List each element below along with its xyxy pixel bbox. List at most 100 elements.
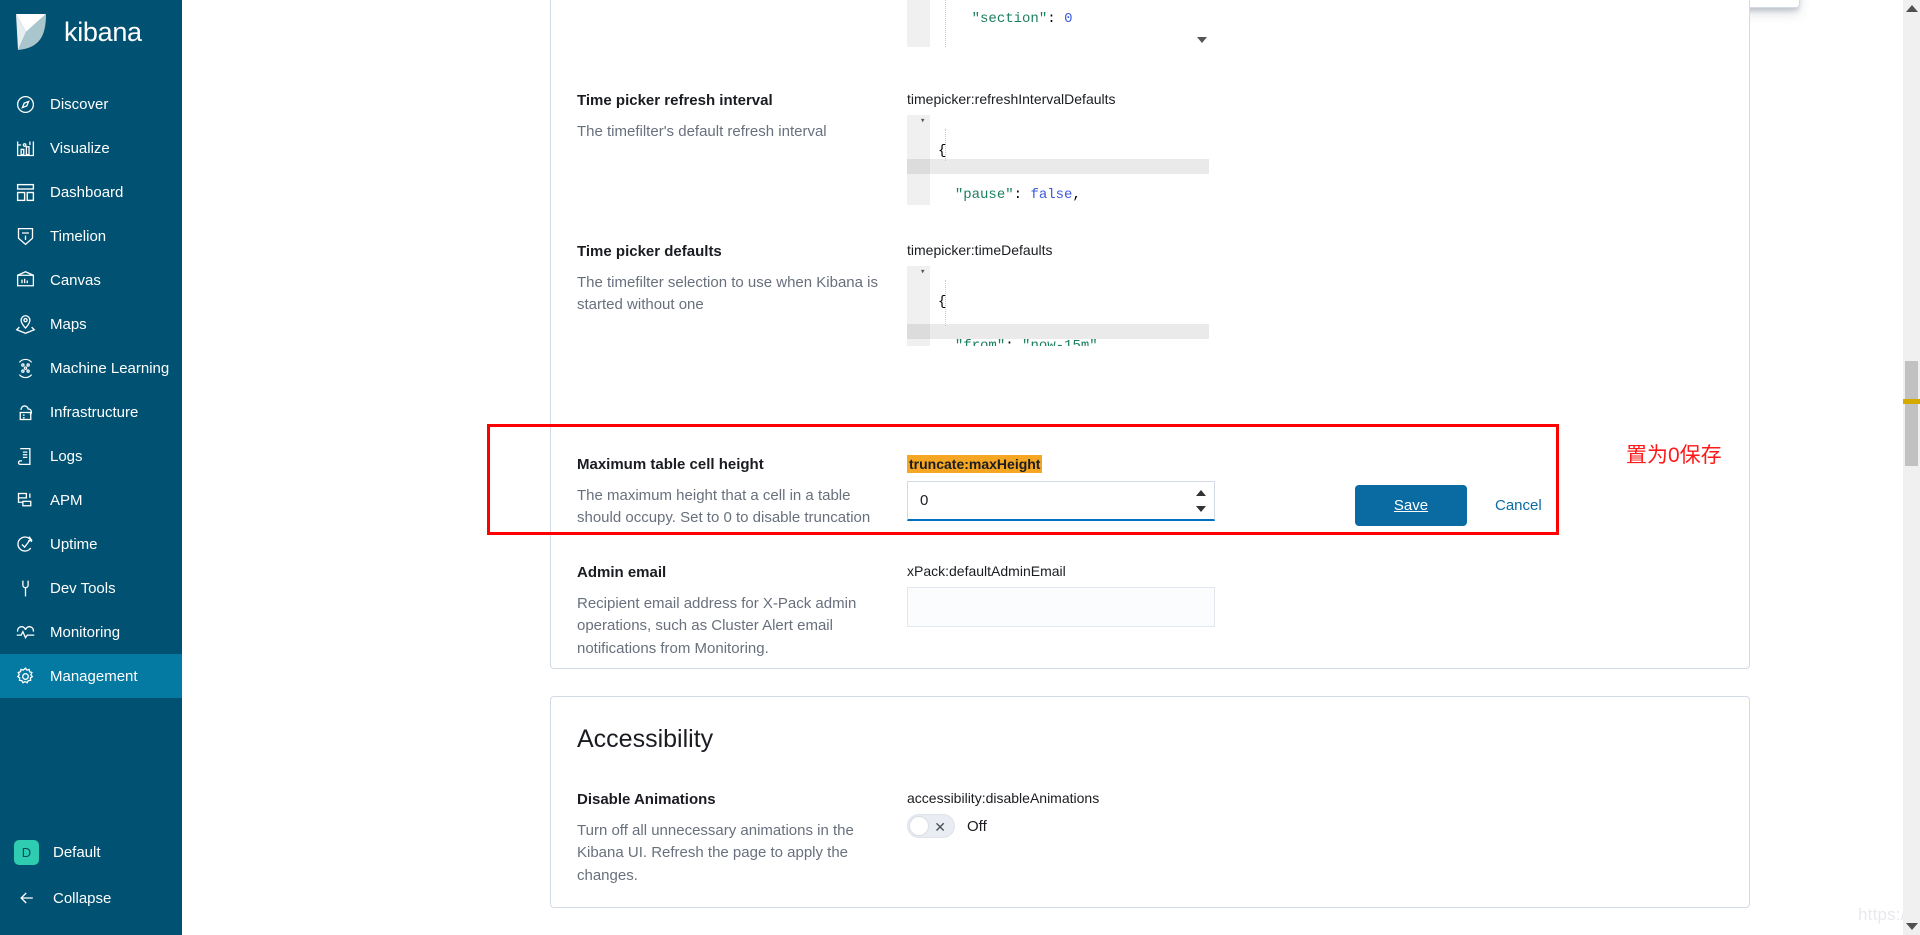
infrastructure-icon	[14, 401, 36, 423]
setting-description: Recipient email address for X-Pack admin…	[577, 594, 857, 657]
code-line: "from": "now-15m",	[954, 337, 1107, 346]
editor-scrollbar[interactable]	[1195, 0, 1209, 47]
sidebar-item-maps[interactable]: Maps	[0, 302, 182, 346]
setting-description: The timefilter selection to use when Kib…	[577, 273, 878, 314]
maps-icon	[14, 313, 36, 335]
fold-arrow-icon[interactable]: ▾	[920, 117, 929, 126]
sidebar-item-monitoring[interactable]: Monitoring	[0, 610, 182, 654]
code-line: {	[938, 143, 947, 160]
accessibility-panel: Accessibility Disable Animations Turn of…	[550, 696, 1750, 908]
code-line: "section": 0	[971, 10, 1073, 27]
avatar: D	[14, 839, 39, 865]
editor-gutter-active-line	[907, 158, 930, 174]
stepper-up-icon[interactable]	[1196, 490, 1206, 496]
save-button-label: Save	[1393, 496, 1429, 514]
page-scrollbar[interactable]	[1903, 0, 1920, 935]
setting-title: Maximum table cell height	[577, 456, 764, 473]
code-line: {	[938, 294, 947, 311]
json-editor-time-defaults[interactable]: ▾ { "from": "now-15m", "to": "now", "mod…	[907, 266, 1209, 346]
number-stepper[interactable]	[1195, 490, 1207, 512]
setting-field-col: ▾ "display": "This year", "section": 0 }…	[907, 0, 1337, 47]
sidebar-footer: D Default Collapse	[0, 829, 182, 935]
setting-description-col: Disable Animations Turn off all unnecess…	[577, 790, 907, 887]
sidebar-item-dev-tools[interactable]: Dev Tools	[0, 566, 182, 610]
setting-row-refresh-interval: Time picker refresh interval The timefil…	[577, 91, 1693, 205]
stepper-down-icon[interactable]	[1196, 506, 1206, 512]
cancel-button[interactable]: Cancel	[1485, 485, 1552, 526]
setting-field-col: truncate:maxHeight	[907, 455, 1337, 530]
sidebar-item-label: Discover	[50, 95, 109, 113]
sidebar-item-label: Maps	[50, 315, 87, 333]
sidebar-item-label: Visualize	[50, 139, 110, 157]
scrollbar-track[interactable]	[1903, 17, 1920, 918]
arrow-left-icon	[14, 887, 39, 909]
setting-actions: Save Cancel	[1355, 481, 1552, 530]
timelion-icon	[14, 225, 36, 247]
fold-arrow-icon[interactable]: ▾	[920, 268, 929, 277]
sidebar-item-timelion[interactable]: Timelion	[0, 214, 182, 258]
scroll-down-icon[interactable]	[1906, 923, 1918, 930]
sidebar-item-label: Logs	[50, 447, 83, 465]
setting-row-disable-animations: Disable Animations Turn off all unnecess…	[577, 790, 1693, 887]
setting-key: accessibility:disableAnimations	[907, 790, 1100, 806]
sidebar-item-uptime[interactable]: Uptime	[0, 522, 182, 566]
sidebar-item-label: Canvas	[50, 271, 101, 289]
machine-learning-icon	[14, 357, 36, 379]
setting-description: The timefilter's default refresh interva…	[577, 122, 827, 140]
dashboard-icon	[14, 181, 36, 203]
code-line: "pause": false,	[954, 186, 1081, 203]
setting-description-col: Time picker refresh interval The timefil…	[577, 91, 907, 205]
scroll-up-icon[interactable]	[1906, 5, 1918, 12]
page-title: Accessibility	[577, 725, 714, 753]
space-label: Default	[53, 843, 101, 861]
disable-animations-toggle[interactable]: ✕	[907, 814, 955, 838]
sidebar-item-discover[interactable]: Discover	[0, 82, 182, 126]
json-editor-quick-ranges[interactable]: ▾ "display": "This year", "section": 0 }…	[907, 0, 1209, 47]
setting-row-time-defaults: Time picker defaults The timefilter sele…	[577, 242, 1693, 346]
sidebar-item-label: Timelion	[50, 227, 107, 245]
collapse-button[interactable]: Collapse	[0, 875, 182, 921]
sidebar-item-canvas[interactable]: Canvas	[0, 258, 182, 302]
admin-email-input[interactable]	[907, 587, 1215, 627]
json-editor-refresh-interval[interactable]: ▾ { "pause": false, "value": 0 }	[907, 115, 1209, 205]
editor-gutter	[907, 0, 930, 47]
sidebar-item-label: Dev Tools	[50, 579, 116, 597]
apm-icon	[14, 489, 36, 511]
visualize-icon	[14, 137, 36, 159]
space-selector[interactable]: D Default	[0, 829, 182, 875]
sidebar-item-machine-learning[interactable]: Machine Learning	[0, 346, 182, 390]
setting-description: The maximum height that a cell in a tabl…	[577, 486, 871, 527]
setting-title: Admin email	[577, 564, 667, 581]
sidebar-item-label: Machine Learning	[50, 359, 170, 377]
sidebar-item-label: Infrastructure	[50, 403, 139, 421]
sidebar-item-label: APM	[50, 491, 83, 509]
sidebar-item-visualize[interactable]: Visualize	[0, 126, 182, 170]
max-cell-height-input[interactable]	[907, 481, 1215, 521]
editor-gutter-active-line	[907, 324, 930, 340]
sidebar-item-management[interactable]: Management	[0, 654, 182, 698]
collapse-label: Collapse	[53, 889, 112, 907]
setting-field-col: timepicker:refreshIntervalDefaults ▾ { "…	[907, 91, 1337, 205]
compass-icon	[14, 93, 36, 115]
setting-description-col: Admin email Recipient email address for …	[577, 563, 907, 660]
setting-title: Time picker refresh interval	[577, 92, 773, 109]
primary-sidebar: kibana Discover Visualize Dashboard Time…	[0, 0, 182, 935]
sidebar-nav: Discover Visualize Dashboard Timelion Ca…	[0, 82, 182, 698]
setting-key: timepicker:refreshIntervalDefaults	[907, 91, 1116, 107]
sidebar-item-logs[interactable]: Logs	[0, 434, 182, 478]
scrollbar-thumb[interactable]	[1905, 361, 1918, 466]
save-button[interactable]: Save	[1355, 484, 1467, 526]
setting-row-quick-ranges: ▾ "display": "This year", "section": 0 }…	[577, 0, 1693, 47]
toggle-knob	[909, 816, 929, 836]
kibana-brand[interactable]: kibana	[0, 0, 182, 64]
annotation-note: 置为0保存	[1626, 444, 1722, 467]
sidebar-item-infrastructure[interactable]: Infrastructure	[0, 390, 182, 434]
sidebar-item-label: Uptime	[50, 535, 98, 553]
setting-field-col: timepicker:timeDefaults ▾ { "from": "now…	[907, 242, 1337, 346]
kibana-logo-icon	[12, 12, 52, 52]
setting-title: Time picker defaults	[577, 243, 722, 260]
sidebar-item-apm[interactable]: APM	[0, 478, 182, 522]
chevron-down-icon[interactable]	[1197, 37, 1207, 43]
sidebar-item-dashboard[interactable]: Dashboard	[0, 170, 182, 214]
setting-row-admin-email: Admin email Recipient email address for …	[577, 563, 1693, 660]
